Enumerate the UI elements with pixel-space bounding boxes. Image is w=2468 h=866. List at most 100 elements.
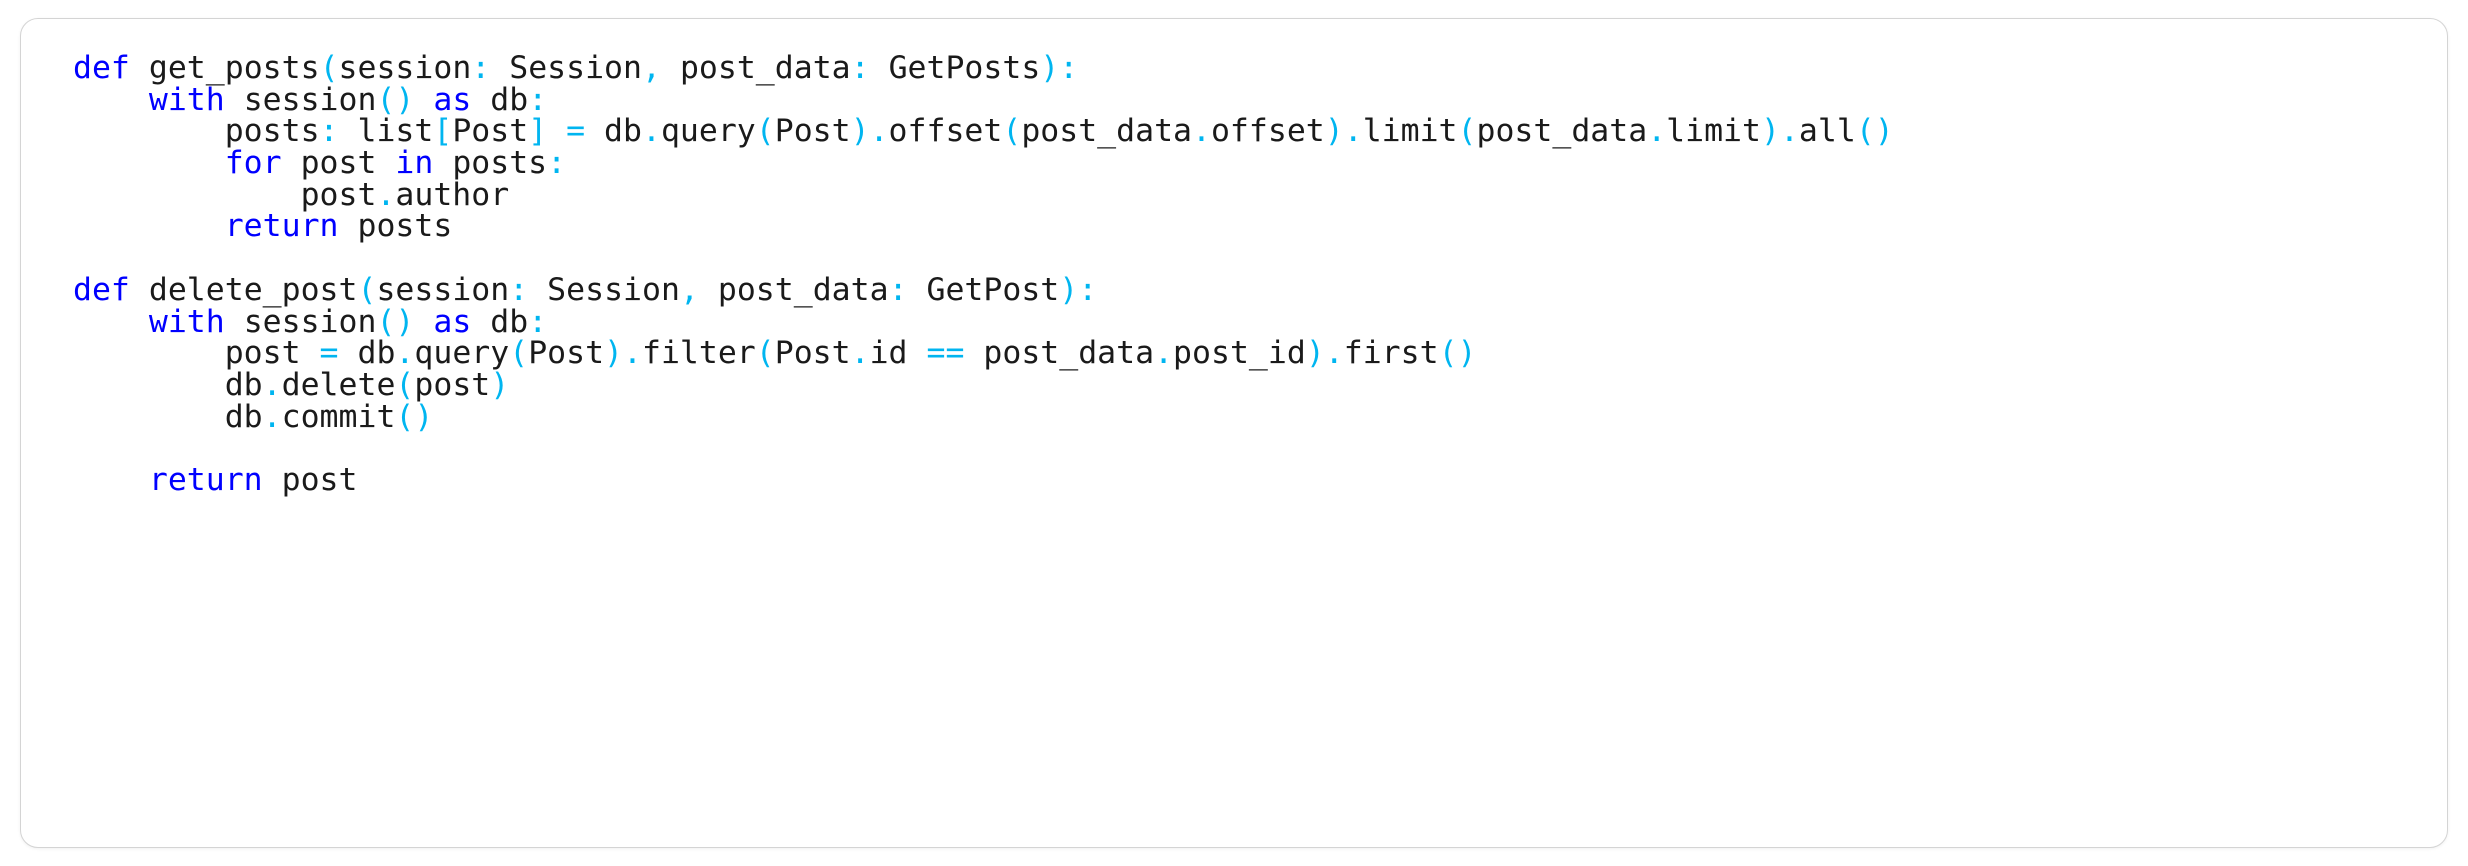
code-token: db	[224, 398, 263, 435]
code-line: return posts	[73, 211, 2447, 243]
code-token: list	[357, 113, 434, 150]
code-token: (	[376, 303, 396, 340]
code-token: limit	[1362, 113, 1458, 150]
code-token: post	[300, 176, 377, 213]
code-token: )	[414, 398, 434, 435]
code-token: )	[850, 113, 870, 150]
code-token: def	[73, 271, 130, 308]
code-token: Session	[547, 271, 680, 308]
code-token: :	[509, 271, 529, 308]
code-token: author	[395, 176, 510, 213]
code-token: :	[547, 145, 567, 182]
code-token: )	[395, 81, 415, 118]
code-line: post = db.query(Post).filter(Post.id == …	[73, 335, 2447, 372]
code-token: (	[395, 366, 415, 403]
code-block[interactable]: def get_posts(session: Session, post_dat…	[21, 19, 2447, 562]
code-token: )	[1059, 271, 1079, 308]
code-token: post	[224, 335, 301, 372]
code-token: )	[1305, 335, 1325, 372]
code-token: limit	[1666, 113, 1761, 150]
code-token: query	[414, 335, 510, 372]
code-token: session	[338, 50, 472, 86]
code-token: (	[1002, 113, 1022, 150]
code-token: post_id	[1173, 335, 1306, 372]
code-token: id	[869, 335, 908, 372]
code-token: =	[319, 335, 339, 372]
code-token: post_data	[1021, 113, 1192, 150]
code-token: db	[224, 366, 263, 403]
code-token: post	[300, 145, 377, 182]
code-token: :	[319, 113, 339, 150]
code-token: .	[850, 335, 870, 372]
code-token: )	[1874, 113, 1894, 150]
code-token: )	[1324, 113, 1344, 150]
code-token: (	[755, 113, 775, 150]
code-token: (	[1438, 335, 1458, 372]
code-token: ]	[528, 113, 548, 150]
code-token: Post	[774, 335, 851, 372]
code-token: db	[604, 113, 642, 150]
code-token: :	[1078, 271, 1098, 308]
code-line: db.delete(post)	[73, 366, 2447, 403]
code-token: query	[660, 113, 756, 150]
code-token: .	[262, 366, 282, 403]
code-token: as	[433, 81, 472, 118]
code-token: in	[395, 145, 434, 182]
code-token: .	[262, 398, 282, 435]
code-token: )	[490, 366, 510, 403]
code-token: get_posts	[148, 50, 320, 86]
code-token: .	[1779, 113, 1799, 150]
code-token: .	[1343, 113, 1363, 150]
code-token: all	[1798, 113, 1856, 150]
code-line: return post	[73, 461, 2447, 498]
code-token: )	[1040, 50, 1060, 86]
code-token: posts	[357, 208, 453, 245]
code-token: offset	[1210, 113, 1325, 150]
code-line: def delete_post(session: Session, post_d…	[73, 271, 2447, 308]
code-token: filter	[641, 335, 756, 372]
code-token: GetPosts	[888, 50, 1041, 86]
code-token: db	[490, 303, 529, 340]
code-token: )	[1457, 335, 1477, 372]
code-line: post.author	[73, 176, 2447, 213]
code-token: ==	[926, 335, 965, 372]
code-token: session	[243, 303, 377, 340]
code-token: posts	[224, 113, 320, 150]
code-token: return	[148, 461, 263, 498]
code-token: )	[604, 335, 624, 372]
code-token: .	[1647, 113, 1667, 150]
code-line: with session() as db:	[73, 81, 2447, 118]
code-token: .	[641, 113, 661, 150]
code-token: :	[888, 271, 908, 308]
code-token: post	[414, 366, 491, 403]
code-token: with	[148, 81, 225, 118]
code-token: =	[566, 113, 586, 150]
code-token: ,	[642, 50, 661, 86]
code-token: .	[1324, 335, 1344, 372]
